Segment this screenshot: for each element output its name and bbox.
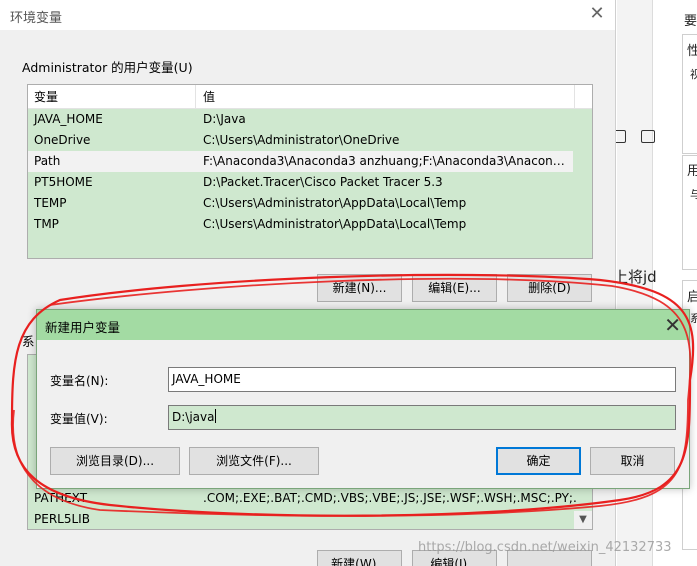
table-row[interactable]: TEMP C:\Users\Administrator\AppData\Loca… — [28, 193, 592, 214]
variable-name: TMP — [34, 217, 59, 231]
variable-name: PERL5LIB — [34, 512, 90, 526]
variable-value: D:\Java — [203, 112, 246, 126]
variable-value-input[interactable]: D:\java — [168, 405, 676, 430]
background-toolbar-icon — [641, 130, 655, 143]
background-text: 与 — [690, 188, 697, 201]
table-row[interactable]: Path F:\Anaconda3\Anaconda3 anzhuang;F:\… — [28, 151, 573, 172]
variable-name: JAVA_HOME — [34, 112, 103, 126]
variable-value — [196, 509, 576, 530]
ok-button[interactable]: 确定 — [496, 447, 581, 475]
table-row[interactable]: PT5HOME D:\Packet.Tracer\Cisco Packet Tr… — [28, 172, 592, 193]
background-text: 系 — [690, 312, 697, 325]
browse-file-button[interactable]: 浏览文件(F)... — [189, 447, 319, 475]
table-row[interactable]: JAVA_HOME D:\Java — [28, 109, 592, 130]
cancel-button[interactable]: 取消 — [590, 447, 675, 475]
dialog-titlebar: 新建用户变量 ✕ — [37, 310, 689, 340]
scroll-down-arrow-icon[interactable]: ▼ — [574, 511, 592, 529]
variable-value: .COM;.EXE;.BAT;.CMD;.VBS;.VBE;.JS;.JSE;.… — [203, 491, 576, 505]
background-text: 要 — [684, 14, 697, 29]
variable-name-label: 变量名(N): — [50, 374, 109, 388]
dialog-title: 环境变量 — [10, 11, 63, 26]
background-text: 用 — [687, 164, 697, 179]
variable-name: PATHEXT — [34, 491, 88, 505]
watermark: https://blog.csdn.net/weixin_42132733 — [418, 540, 672, 555]
variable-name: PT5HOME — [34, 175, 93, 189]
header-spacer — [574, 85, 592, 108]
background-text: 视 — [690, 68, 697, 81]
background-text: 上将jd — [613, 268, 657, 286]
variable-value-label: 变量值(V): — [50, 412, 108, 426]
system-variables-group-label: 系 — [22, 334, 35, 349]
background-text: 启 — [687, 290, 697, 305]
browse-directory-button[interactable]: 浏览目录(D)... — [50, 447, 180, 475]
table-row[interactable]: PERL5LIB — [28, 509, 576, 530]
table-header: 变量 值 — [28, 85, 592, 109]
variable-value: D:\Packet.Tracer\Cisco Packet Tracer 5.3 — [203, 175, 443, 189]
close-icon[interactable]: ✕ — [587, 4, 607, 24]
new-user-variable-dialog: 新建用户变量 ✕ 变量名(N): JAVA_HOME 变量值(V): D:\ja… — [36, 309, 690, 489]
table-row[interactable]: OneDrive C:\Users\Administrator\OneDrive — [28, 130, 592, 151]
table-row[interactable]: TMP C:\Users\Administrator\AppData\Local… — [28, 214, 592, 235]
variable-value-input-value: D:\java — [172, 410, 215, 424]
variable-name: OneDrive — [34, 133, 91, 147]
variable-name-input-value: JAVA_HOME — [172, 372, 241, 386]
close-icon[interactable]: ✕ — [664, 313, 681, 337]
delete-user-variable-button[interactable]: 删除(D) — [507, 274, 592, 302]
edit-user-variable-button[interactable]: 编辑(E)... — [412, 274, 497, 302]
user-variables-group-label: Administrator 的用户变量(U) — [22, 60, 193, 75]
variable-name-input[interactable]: JAVA_HOME — [168, 367, 676, 392]
table-row[interactable]: PATHEXT .COM;.EXE;.BAT;.CMD;.VBS;.VBE;.J… — [28, 488, 576, 509]
user-variables-table: 变量 值 JAVA_HOME D:\Java OneDrive C:\Users… — [27, 84, 593, 259]
column-header-value[interactable]: 值 — [196, 85, 574, 108]
variable-value: C:\Users\Administrator\AppData\Local\Tem… — [203, 196, 467, 210]
dialog-title: 新建用户变量 — [45, 320, 121, 335]
text-caret — [215, 409, 217, 423]
new-system-variable-button[interactable]: 新建(W)... — [317, 550, 402, 566]
variable-name: TEMP — [34, 196, 67, 210]
column-header-variable[interactable]: 变量 — [28, 85, 196, 108]
variable-name: Path — [34, 154, 61, 168]
variable-value: C:\Users\Administrator\OneDrive — [203, 133, 400, 147]
background-text: 性 — [687, 44, 697, 59]
variable-value: F:\Anaconda3\Anaconda3 anzhuang;F:\Anaco… — [203, 154, 573, 168]
dialog-titlebar: 环境变量 ✕ — [0, 0, 615, 30]
new-user-variable-button[interactable]: 新建(N)... — [317, 274, 402, 302]
variable-value: C:\Users\Administrator\AppData\Local\Tem… — [203, 217, 467, 231]
